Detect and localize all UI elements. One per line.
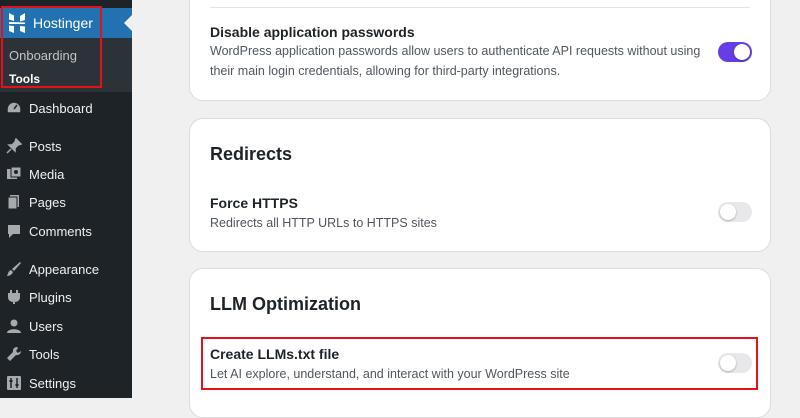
sidebar-item-media[interactable]: Media — [0, 161, 132, 187]
sidebar-item-label: Dashboard — [29, 100, 93, 116]
pin-icon — [6, 138, 22, 154]
sidebar-item-label: Pages — [29, 194, 66, 210]
sidebar-item-settings[interactable]: Settings — [0, 370, 132, 396]
create-llms-txt-toggle[interactable] — [718, 353, 752, 373]
sidebar-item-label: Hostinger — [33, 15, 93, 31]
setting-title: Disable application passwords — [210, 24, 415, 40]
comment-icon — [8, 225, 20, 238]
hostinger-logo-icon — [9, 13, 25, 33]
card-title: LLM Optimization — [210, 294, 361, 314]
sidebar-item-label: Users — [29, 318, 63, 334]
toggle-knob — [720, 204, 736, 220]
sidebar-item-plugins[interactable]: Plugins — [0, 284, 132, 310]
setting-title: Force HTTPS — [210, 195, 298, 211]
settings-icon — [7, 376, 21, 390]
sidebar-item-comments[interactable]: Comments — [0, 218, 132, 244]
sidebar-item-pages[interactable]: Pages — [0, 189, 132, 215]
admin-sidebar: Hostinger Onboarding Tools Dashboard Pos… — [0, 0, 132, 398]
submenu-item-tools[interactable]: Tools — [9, 72, 40, 86]
wrench-icon — [7, 346, 22, 361]
security-card: Disable application passwords WordPress … — [189, 0, 771, 101]
force-https-toggle[interactable] — [718, 202, 752, 222]
sidebar-item-label: Appearance — [29, 261, 100, 277]
disable-app-passwords-toggle[interactable] — [718, 42, 752, 62]
sidebar-item-posts[interactable]: Posts — [0, 133, 132, 159]
submenu-item-onboarding[interactable]: Onboarding — [9, 48, 77, 63]
sidebar-item-tools[interactable]: Tools — [0, 341, 132, 367]
dashboard-icon — [6, 101, 22, 114]
sidebar-item-label: Settings — [29, 375, 76, 391]
sidebar-item-label: Media — [29, 166, 65, 182]
user-icon — [7, 319, 21, 333]
current-menu-arrow — [124, 15, 132, 31]
sidebar-item-label: Tools — [29, 346, 60, 362]
card-title: Redirects — [210, 144, 293, 164]
main-content: Disable application passwords WordPress … — [132, 0, 800, 418]
sidebar-item-users[interactable]: Users — [0, 313, 132, 339]
brush-icon — [7, 262, 21, 276]
sidebar-item-dashboard[interactable]: Dashboard — [0, 95, 132, 121]
divider — [210, 7, 750, 8]
setting-description: Redirects all HTTP URLs to HTTPS sites — [210, 216, 437, 230]
pages-icon — [7, 195, 19, 210]
sidebar-item-label: Plugins — [29, 289, 72, 305]
sidebar-item-appearance[interactable]: Appearance — [0, 256, 132, 282]
sidebar-item-label: Comments — [29, 223, 92, 239]
toggle-knob — [734, 44, 750, 60]
setting-description: WordPress application passwords allow us… — [210, 44, 701, 78]
setting-description: Let AI explore, understand, and interact… — [210, 367, 570, 381]
setting-title: Create LLMs.txt file — [210, 346, 340, 362]
sidebar-item-hostinger[interactable]: Hostinger — [0, 8, 132, 38]
media-icon — [7, 166, 22, 179]
llm-optimization-card: LLM Optimization Create LLMs.txt file Le… — [189, 268, 771, 418]
sidebar-item-label: Posts — [29, 138, 62, 154]
plugin-icon — [8, 290, 20, 304]
hostinger-submenu: Onboarding Tools — [0, 38, 132, 92]
redirects-card: Redirects Force HTTPS Redirects all HTTP… — [189, 118, 771, 252]
toggle-knob — [720, 355, 736, 371]
